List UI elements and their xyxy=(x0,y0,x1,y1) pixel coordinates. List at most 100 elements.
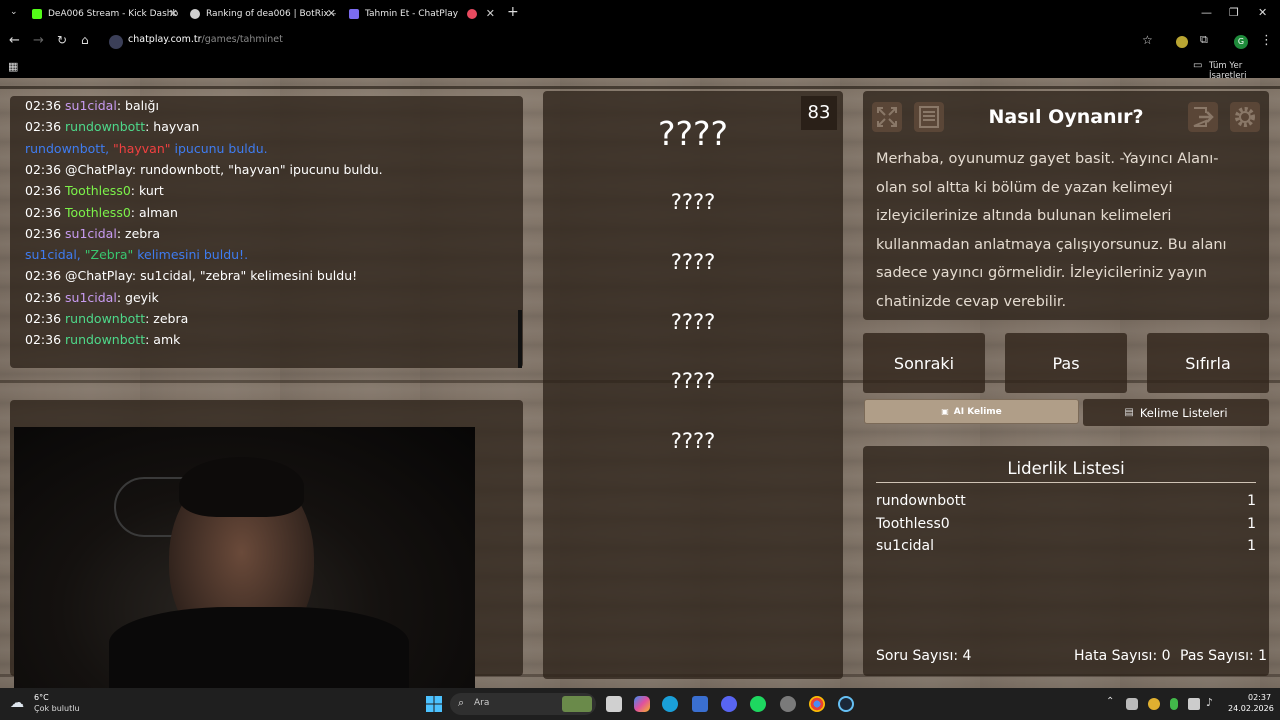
new-tab-icon[interactable]: + xyxy=(507,4,519,20)
notes-button[interactable] xyxy=(914,102,944,132)
apps-grid-icon[interactable]: ▦ xyxy=(8,60,18,73)
system-text: rundownbott, xyxy=(25,140,114,156)
discord-icon[interactable] xyxy=(721,696,737,712)
app-icon[interactable] xyxy=(780,696,796,712)
chat-message: 02:36 rundownbott: amk xyxy=(25,332,180,347)
chat-username[interactable]: rundownbott xyxy=(65,119,145,134)
fullscreen-icon xyxy=(877,107,897,127)
chat-text: : su1cidal, "zebra" kelimesini buldu! xyxy=(131,268,358,284)
word-lists-button[interactable]: ▤ Kelime Listeleri xyxy=(1083,399,1269,426)
chat-system-message: su1cidal, "Zebra" kelimesini buldu!. xyxy=(25,247,248,262)
logout-icon xyxy=(1193,107,1214,127)
bookmark-star-icon[interactable]: ☆ xyxy=(1142,33,1153,47)
reload-icon[interactable]: ↻ xyxy=(57,33,67,47)
forward-icon[interactable]: → xyxy=(33,33,44,48)
how-to-line: Merhaba, oyunumuz gayet basit. -Yayıncı … xyxy=(876,151,1219,167)
next-button[interactable]: Sonraki xyxy=(863,333,985,393)
ai-word-button[interactable]: ▣ AI Kelime xyxy=(864,399,1079,424)
clock-date[interactable]: 24.02.2026 xyxy=(1228,704,1274,713)
menu-kebab-icon[interactable]: ⋮ xyxy=(1260,33,1273,48)
chat-text: : rundownbott, "hayvan" ipucunu buldu. xyxy=(131,161,383,177)
logout-button[interactable] xyxy=(1188,102,1218,132)
document-icon xyxy=(919,106,939,128)
tab-search-chevron-icon[interactable]: ⌄ xyxy=(10,7,18,17)
close-tab-icon[interactable]: ✕ xyxy=(169,7,178,20)
fullscreen-button[interactable] xyxy=(872,102,902,132)
close-window-icon[interactable]: ✕ xyxy=(1258,6,1267,19)
chat-scrollbar[interactable] xyxy=(518,310,522,368)
extensions-puzzle-icon[interactable]: ⧉ xyxy=(1200,33,1208,47)
chat-username[interactable]: su1cidal xyxy=(65,290,117,305)
leaderboard-row: su1cidal 1 xyxy=(876,538,1256,554)
home-icon[interactable]: ⌂ xyxy=(81,33,89,47)
pass-button[interactable]: Pas xyxy=(1005,333,1127,393)
system-text: ipucunu buldu. xyxy=(170,140,268,156)
chat-username[interactable]: @ChatPlay xyxy=(65,162,132,177)
copilot-icon[interactable] xyxy=(634,696,650,712)
steam-icon[interactable] xyxy=(838,696,854,712)
windows-start-icon[interactable] xyxy=(426,696,442,712)
tray-app-icon[interactable] xyxy=(1126,698,1138,710)
chat-timestamp: 02:36 xyxy=(25,161,62,177)
search-icon: ⌕ xyxy=(458,696,465,709)
chat-message: 02:36 su1cidal: balığı xyxy=(25,98,159,113)
weather-cloud-icon[interactable]: ☁ xyxy=(10,695,24,711)
url-text: chatplay.com.tr/games/tahminet xyxy=(128,34,283,45)
ai-word-label: AI Kelime xyxy=(953,406,1002,417)
chrome-icon[interactable] xyxy=(809,696,825,712)
robot-icon: ▣ xyxy=(941,407,949,416)
chat-username[interactable]: @ChatPlay xyxy=(65,268,132,283)
chat-timestamp: 02:36 xyxy=(25,289,62,305)
chat-text: : alman xyxy=(130,204,178,220)
restore-icon[interactable]: ❐ xyxy=(1229,6,1239,19)
close-tab-icon[interactable]: ✕ xyxy=(327,7,336,20)
hint-word: ???? xyxy=(670,190,716,214)
chat-message: 02:36 @ChatPlay: rundownbott, "hayvan" i… xyxy=(25,162,383,177)
spotify-icon[interactable] xyxy=(750,696,766,712)
chat-text: : amk xyxy=(145,332,181,348)
extension-icon[interactable] xyxy=(1176,36,1188,48)
windows-taskbar: ☁ 6°C Çok bulutlu ⌕ Ara ⌃ ♪ 02:37 24.02.… xyxy=(0,688,1280,720)
chat-username[interactable]: su1cidal xyxy=(65,226,117,241)
tab-title: DeA006 Stream - Kick Dashboa xyxy=(48,9,178,19)
chat-username[interactable]: Toothless0 xyxy=(65,205,131,220)
tab-kick-dashboard[interactable]: DeA006 Stream - Kick Dashboa ✕ xyxy=(32,5,178,23)
site-info-icon[interactable] xyxy=(109,35,123,49)
botrix-icon xyxy=(190,9,200,19)
chat-username[interactable]: rundownbott xyxy=(65,332,145,347)
system-text: kelimesini buldu!. xyxy=(133,247,249,263)
edge-icon[interactable] xyxy=(662,696,678,712)
tab-recording[interactable] xyxy=(467,5,495,23)
tab-botrix-ranking[interactable]: Ranking of dea006 | BotRix — ( ✕ xyxy=(190,5,336,23)
minimize-icon[interactable]: — xyxy=(1201,6,1212,19)
volume-icon[interactable]: ♪ xyxy=(1206,696,1213,709)
tab-title: Tahmin Et - ChatPlay xyxy=(365,9,459,19)
chat-username[interactable]: Toothless0 xyxy=(65,183,131,198)
task-view-icon[interactable] xyxy=(606,696,622,712)
profile-avatar[interactable]: G xyxy=(1234,35,1248,49)
weather-temp: 6°C xyxy=(34,693,49,702)
leaderboard-score: 1 xyxy=(1247,493,1256,509)
chat-username[interactable]: su1cidal xyxy=(65,98,117,113)
leaderboard-score: 1 xyxy=(1247,538,1256,555)
network-icon[interactable] xyxy=(1188,698,1200,710)
microphone-icon[interactable] xyxy=(1170,698,1178,710)
chat-timestamp: 02:36 xyxy=(25,119,62,135)
leaderboard-title: Liderlik Listesi xyxy=(1007,459,1125,478)
chat-text: : zebra xyxy=(116,225,160,241)
store-icon[interactable] xyxy=(692,696,708,712)
tray-chevron-icon[interactable]: ⌃ xyxy=(1106,696,1114,707)
chat-timestamp: 02:36 xyxy=(25,183,62,199)
reset-button[interactable]: Sıfırla xyxy=(1147,333,1269,393)
chat-username[interactable]: rundownbott xyxy=(65,311,145,326)
how-to-line: olan sol altta ki bölüm de yazan kelimey… xyxy=(876,179,1173,196)
taskbar-search[interactable]: ⌕ Ara xyxy=(450,693,596,715)
back-icon[interactable]: ← xyxy=(9,33,20,48)
chat-message: 02:36 su1cidal: zebra xyxy=(25,226,160,241)
settings-button[interactable] xyxy=(1230,102,1260,132)
folder-icon: ▭ xyxy=(1193,60,1203,71)
chat-message: 02:36 @ChatPlay: su1cidal, "zebra" kelim… xyxy=(25,268,357,283)
tray-app-icon[interactable] xyxy=(1148,698,1160,710)
hint-word: ???? xyxy=(670,429,716,454)
clock-time[interactable]: 02:37 xyxy=(1248,693,1271,702)
